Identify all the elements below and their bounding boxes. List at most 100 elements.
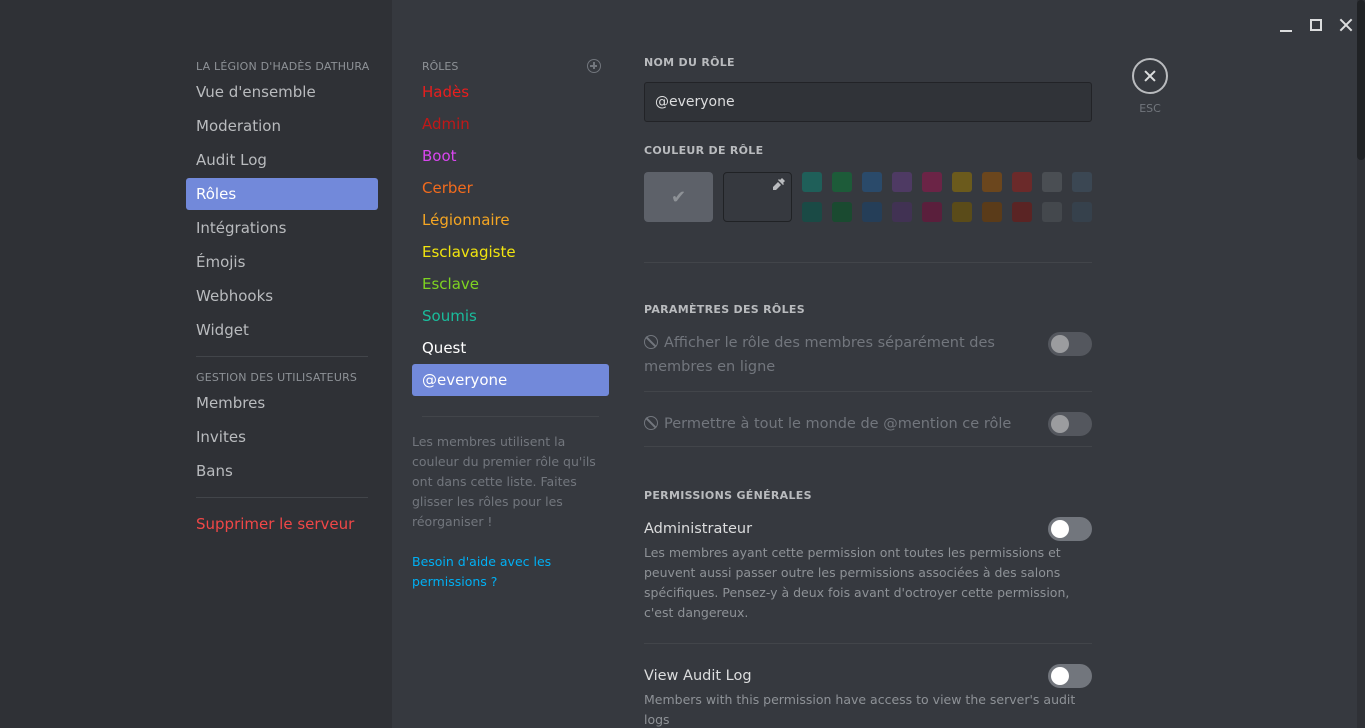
user-management-header: GESTION DES UTILISATEURS <box>196 371 358 384</box>
sidebar-item-roles[interactable]: Rôles <box>186 178 378 210</box>
ban-icon <box>644 335 658 349</box>
roles-note: Les membres utilisent la couleur du prem… <box>412 434 596 529</box>
color-swatch[interactable] <box>892 202 912 222</box>
add-role-icon[interactable] <box>587 59 601 73</box>
color-swatch[interactable] <box>802 172 822 192</box>
toggle-knob <box>1051 335 1069 353</box>
color-swatch[interactable] <box>952 172 972 192</box>
sidebar-item-bans[interactable]: Bans <box>186 455 378 487</box>
color-swatch[interactable] <box>832 202 852 222</box>
color-swatch[interactable] <box>1072 202 1092 222</box>
color-swatch-grid <box>802 172 1092 222</box>
role-name-label: NOM DU RÔLE <box>644 56 735 69</box>
default-color-swatch[interactable]: ✔ <box>644 172 713 222</box>
toggle-knob <box>1051 415 1069 433</box>
setting-hoist-label: Afficher le rôle des membres séparément … <box>644 335 995 375</box>
role-item[interactable]: Quest <box>412 332 609 364</box>
eyedropper-icon <box>773 178 785 190</box>
hoist-toggle[interactable] <box>1048 332 1092 356</box>
permission-audit-title: View Audit Log <box>644 668 752 684</box>
sidebar-item-emojis[interactable]: Émojis <box>186 246 378 278</box>
setting-divider <box>644 391 1092 392</box>
setting-row-hoist: Afficher le rôle des membres séparément … <box>644 331 1092 379</box>
sidebar-divider <box>196 356 368 357</box>
role-item[interactable]: Légionnaire <box>412 204 609 236</box>
role-item[interactable]: Hadès <box>412 76 609 108</box>
delete-server-button[interactable]: Supprimer le serveur <box>186 508 378 540</box>
color-swatch[interactable] <box>922 202 942 222</box>
close-icon[interactable] <box>1132 58 1168 94</box>
general-permissions-label: PERMISSIONS GÉNÉRALES <box>644 489 812 502</box>
permission-administrator-title: Administrateur <box>644 521 753 537</box>
roles-header: RÔLES <box>412 56 609 76</box>
custom-color-swatch[interactable] <box>723 172 792 222</box>
setting-mentionable-label: Permettre à tout le monde de @mention ce… <box>664 416 1012 432</box>
color-swatch[interactable] <box>982 202 1002 222</box>
color-swatch[interactable] <box>1042 202 1062 222</box>
scrollbar-thumb[interactable] <box>1357 0 1365 160</box>
color-swatch[interactable] <box>952 202 972 222</box>
role-settings-panel: NOM DU RÔLE @everyone COULEUR DE RÔLE ✔ … <box>644 56 1092 728</box>
role-color-label: COULEUR DE RÔLE <box>644 144 764 157</box>
color-swatch[interactable] <box>1042 172 1062 192</box>
color-swatch[interactable] <box>1012 202 1032 222</box>
permission-administrator-text: Administrateur <box>644 517 752 541</box>
checkmark-icon: ✔ <box>670 186 687 208</box>
settings-nav: LA LÉGION D'HADÈS DATHURA Vue d'ensemble… <box>186 56 378 542</box>
sidebar-item-webhooks[interactable]: Webhooks <box>186 280 378 312</box>
color-swatch[interactable] <box>1012 172 1032 192</box>
window-close-icon[interactable] <box>1337 16 1355 34</box>
administrator-toggle[interactable] <box>1048 517 1092 541</box>
role-item[interactable]: Soumis <box>412 300 609 332</box>
sidebar-item-audit-log[interactable]: Audit Log <box>186 144 378 176</box>
role-item[interactable]: @everyone <box>412 364 609 396</box>
setting-divider <box>644 643 1092 644</box>
roles-header-label: RÔLES <box>422 59 459 73</box>
role-item[interactable]: Admin <box>412 108 609 140</box>
toggle-knob <box>1051 520 1069 538</box>
sidebar-item-widget[interactable]: Widget <box>186 314 378 346</box>
section-divider <box>644 262 1092 263</box>
view-audit-log-toggle[interactable] <box>1048 664 1092 688</box>
permission-row-view-audit-log: View Audit Log <box>644 664 1092 688</box>
color-swatch[interactable] <box>802 202 822 222</box>
scrollbar[interactable] <box>1357 0 1365 728</box>
color-swatch[interactable] <box>862 202 882 222</box>
color-swatch[interactable] <box>892 172 912 192</box>
color-swatch[interactable] <box>1072 172 1092 192</box>
permission-audit-desc: Members with this permission have access… <box>644 692 1076 727</box>
ban-icon <box>644 416 658 430</box>
setting-divider <box>644 446 1092 447</box>
sidebar-item-members[interactable]: Membres <box>186 387 378 419</box>
role-item[interactable]: Cerber <box>412 172 609 204</box>
toggle-knob <box>1051 667 1069 685</box>
color-swatch[interactable] <box>922 172 942 192</box>
esc-label: ESC <box>1139 102 1161 115</box>
maximize-icon[interactable] <box>1307 16 1325 34</box>
permission-administrator-desc: Les membres ayant cette permission ont t… <box>644 545 1070 620</box>
minimize-icon[interactable] <box>1277 16 1295 34</box>
permissions-help-link[interactable]: Besoin d'aide avec les permissions ? <box>412 552 609 592</box>
color-swatch[interactable] <box>982 172 1002 192</box>
sidebar-item-invites[interactable]: Invites <box>186 421 378 453</box>
sidebar-item-overview[interactable]: Vue d'ensemble <box>186 76 378 108</box>
server-name-header: LA LÉGION D'HADÈS DATHURA <box>196 60 370 73</box>
setting-row-mentionable: Permettre à tout le monde de @mention ce… <box>644 412 1092 436</box>
mentionable-toggle[interactable] <box>1048 412 1092 436</box>
sidebar-item-moderation[interactable]: Moderation <box>186 110 378 142</box>
color-swatch[interactable] <box>832 172 852 192</box>
sidebar-divider <box>196 497 368 498</box>
window-controls <box>1277 16 1355 34</box>
setting-mentionable-title: Permettre à tout le monde de @mention ce… <box>644 412 1011 436</box>
color-swatch[interactable] <box>862 172 882 192</box>
setting-hoist-title: Afficher le rôle des membres séparément … <box>644 331 1004 379</box>
sidebar-item-integrations[interactable]: Intégrations <box>186 212 378 244</box>
role-name-input[interactable]: @everyone <box>644 82 1092 122</box>
role-item[interactable]: Esclavagiste <box>412 236 609 268</box>
role-item[interactable]: Boot <box>412 140 609 172</box>
role-item[interactable]: Esclave <box>412 268 609 300</box>
settings-sidebar: LA LÉGION D'HADÈS DATHURA Vue d'ensemble… <box>0 0 392 728</box>
roles-list: RÔLES Hadès Admin Boot Cerber Légionnaire Esc… <box>412 56 609 592</box>
close-settings: ESC <box>1132 58 1168 115</box>
permission-row-administrator: Administrateur <box>644 517 1092 541</box>
